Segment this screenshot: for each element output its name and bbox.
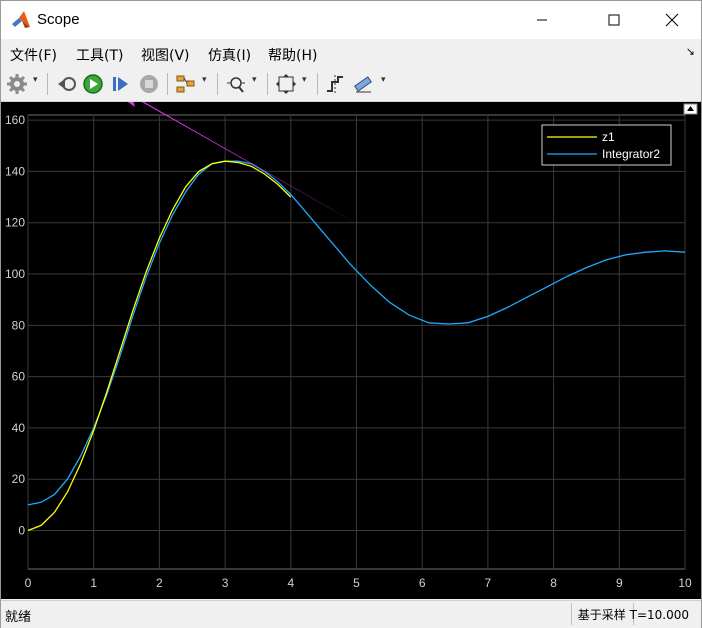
cursor-measure-icon[interactable]	[324, 73, 346, 95]
menu-file[interactable]: 文件(F)	[10, 45, 57, 65]
x-tick-label: 7	[485, 576, 492, 590]
menu-help[interactable]: 帮助(H)	[268, 45, 317, 65]
scope-display[interactable]: 0 1 2 3 4 5 6 7 8 9 10 0 20 40 60 80 100 120 140 160 z1 Inte…	[1, 85, 701, 599]
legend-label: Integrator2	[602, 147, 660, 161]
plot-ticks: 0 1 2 3 4 5 6 7 8 9 10020406080100120140160	[5, 113, 692, 590]
scope-plot[interactable]: 0 1 2 3 4 5 6 7 8 9 10020406080100120140160 z1Inte…	[1, 85, 701, 599]
status-ready: 就绪	[5, 610, 32, 625]
x-tick-label: 5	[353, 576, 360, 590]
zoom-dropdown-icon[interactable]: ▾	[252, 74, 257, 85]
step-back-icon[interactable]	[56, 73, 78, 95]
y-tick-label: 160	[5, 113, 25, 127]
gear-icon[interactable]	[6, 73, 28, 95]
menu-bar: 文件(F) 工具(T) 视图(V) 仿真(I) 帮助(H) ↘	[1, 40, 701, 67]
scope-window: Scope 文件(F) 工具(T) 视图(V) 仿真(I) 帮助(H) ↘ ▾	[0, 0, 702, 628]
minimize-icon	[537, 19, 547, 21]
autoscale-icon[interactable]	[275, 73, 297, 95]
x-tick-label: 8	[550, 576, 557, 590]
close-icon	[665, 13, 679, 27]
x-tick-label: 1	[90, 576, 97, 590]
toolbar-separator	[167, 73, 168, 95]
menu-view[interactable]: 视图(V)	[141, 45, 190, 65]
annotation-arrow	[105, 85, 363, 227]
y-tick-label: 40	[12, 421, 26, 435]
x-tick-label: 9	[616, 576, 623, 590]
y-tick-label: 0	[18, 524, 25, 538]
x-tick-label: 10	[678, 576, 692, 590]
zoom-icon[interactable]	[225, 73, 247, 95]
step-forward-icon[interactable]	[110, 73, 132, 95]
maximize-icon	[608, 14, 620, 26]
plot-legend: z1 Integrator2	[541, 124, 672, 166]
maximize-button[interactable]	[591, 1, 637, 39]
y-tick-label: 20	[12, 472, 26, 486]
toolbar-separator	[267, 73, 268, 95]
window-title: Scope	[37, 11, 80, 28]
gear-dropdown-icon[interactable]: ▾	[33, 74, 38, 85]
y-tick-label: 80	[12, 318, 26, 332]
measure-dropdown-icon[interactable]: ▾	[381, 74, 386, 85]
x-tick-label: 3	[222, 576, 229, 590]
plot-grid	[27, 114, 686, 570]
stop-icon[interactable]	[138, 73, 160, 95]
y-tick-label: 100	[5, 267, 25, 281]
y-tick-label: 140	[5, 164, 25, 178]
status-divider	[571, 603, 572, 625]
y-tick-label: 120	[5, 216, 25, 230]
minimize-button[interactable]	[519, 1, 565, 39]
dock-arrow-icon[interactable]: ↘	[686, 45, 695, 58]
y-tick-label: 60	[12, 370, 26, 384]
matlab-logo-icon	[12, 11, 30, 28]
x-tick-label: 2	[156, 576, 163, 590]
x-tick-label: 0	[25, 576, 32, 590]
status-sample-time: 基于采样 T=10.000	[577, 608, 689, 622]
toolbar-separator	[47, 73, 48, 95]
title-bar[interactable]: Scope	[1, 1, 701, 39]
measure-icon[interactable]	[352, 73, 374, 95]
menu-simulation[interactable]: 仿真(I)	[208, 45, 251, 65]
toolbar-separator	[317, 73, 318, 95]
toolbar-separator	[217, 73, 218, 95]
signal-select-icon[interactable]	[175, 73, 197, 95]
toolbar: ▾ ▾ ▾ ▾ ▾	[1, 68, 701, 102]
x-tick-label: 6	[419, 576, 426, 590]
autoscale-dropdown-icon[interactable]: ▾	[302, 74, 307, 85]
legend-label: z1	[602, 130, 615, 144]
x-tick-label: 4	[287, 576, 294, 590]
status-bar: 就绪 基于采样 T=10.000	[1, 600, 701, 628]
menu-tools[interactable]: 工具(T)	[76, 45, 123, 65]
undock-plot-button[interactable]	[683, 103, 698, 115]
close-button[interactable]	[649, 1, 695, 39]
run-icon[interactable]	[82, 73, 104, 95]
signal-select-dropdown-icon[interactable]: ▾	[202, 74, 207, 85]
